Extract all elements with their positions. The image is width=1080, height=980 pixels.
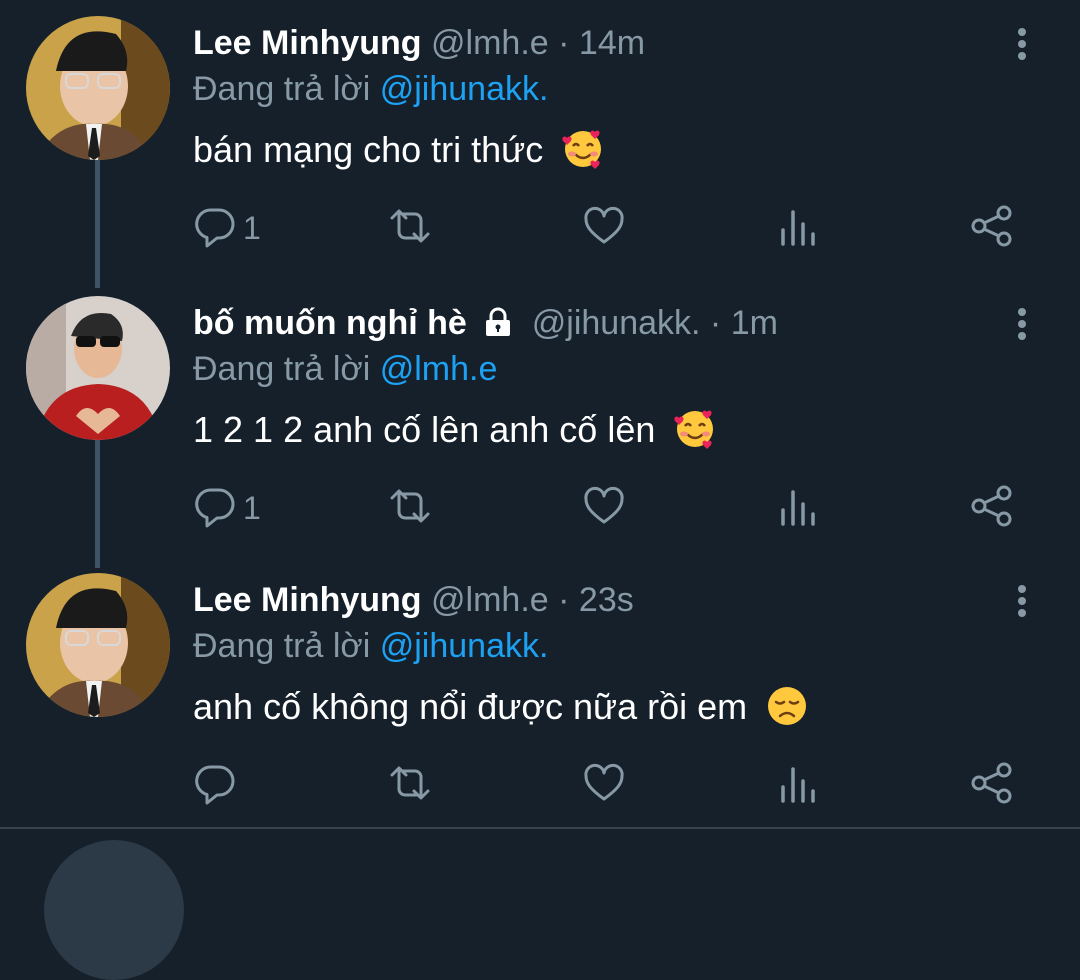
mention-link[interactable]: @lmh.e: [380, 350, 498, 388]
replying-to-label: Đang trả lời: [193, 70, 371, 108]
action-bar: 1: [0, 480, 1080, 536]
replying-to: Đang trả lời @lmh.e: [193, 348, 497, 390]
action-bar: [0, 757, 1080, 813]
heart-icon: [582, 761, 626, 810]
reply-icon: [193, 761, 237, 810]
tweet-text: 1 2 1 2 anh cố lên anh cố lên: [193, 406, 717, 461]
tweet-text: anh cố không nổi được nữa rồi em: [193, 683, 809, 738]
timestamp[interactable]: 14m: [579, 24, 645, 62]
tweet-text-body: bán mạng cho tri thức: [193, 129, 544, 170]
share-button[interactable]: [970, 761, 1014, 810]
mention-link[interactable]: @jihunakk.: [380, 627, 549, 665]
tweet-text: bán mạng cho tri thức: [193, 126, 605, 181]
reply-button[interactable]: [193, 763, 243, 807]
tweet-header: bố muốn nghỉ hè @jihunakk. · 1m: [193, 302, 778, 348]
author-name[interactable]: Lee Minhyung: [193, 581, 422, 619]
avatar[interactable]: [26, 16, 170, 160]
action-bar: 1: [0, 200, 1080, 256]
share-button[interactable]: [970, 204, 1014, 253]
lock-icon: [482, 306, 514, 348]
author-handle[interactable]: @lmh.e: [431, 24, 549, 62]
analytics-button[interactable]: [777, 206, 817, 250]
author-handle[interactable]: @jihunakk.: [532, 304, 701, 342]
mention-link[interactable]: @jihunakk.: [380, 70, 549, 108]
retweet-button[interactable]: [386, 486, 434, 530]
share-icon: [970, 484, 1014, 533]
author-name[interactable]: Lee Minhyung: [193, 24, 422, 62]
author-handle[interactable]: @lmh.e: [431, 581, 549, 619]
avatar[interactable]: [44, 840, 184, 980]
share-icon: [970, 204, 1014, 253]
reply-button[interactable]: 1: [193, 486, 261, 530]
heart-icon: [582, 484, 626, 533]
retweet-icon: [386, 204, 434, 253]
more-vertical-icon[interactable]: [1008, 304, 1036, 344]
retweet-button[interactable]: [386, 206, 434, 250]
tweet[interactable]: Lee Minhyung @lmh.e · 14m Đang trả lời @…: [0, 0, 1080, 280]
more-vertical-icon[interactable]: [1008, 24, 1036, 64]
more-vertical-icon[interactable]: [1008, 581, 1036, 621]
analytics-button[interactable]: [777, 486, 817, 530]
share-button[interactable]: [970, 484, 1014, 533]
retweet-icon: [386, 484, 434, 533]
reply-icon: [193, 484, 237, 533]
tweet[interactable]: bố muốn nghỉ hè @jihunakk. · 1m Đang trả…: [0, 280, 1080, 560]
analytics-icon: [777, 204, 817, 253]
replying-to-label: Đang trả lời: [193, 350, 371, 388]
separator-dot: ·: [558, 581, 570, 619]
replying-to: Đang trả lời @jihunakk.: [193, 625, 548, 667]
timestamp[interactable]: 1m: [731, 304, 778, 342]
heart-icon: [582, 204, 626, 253]
analytics-button[interactable]: [777, 763, 817, 807]
separator-dot: ·: [558, 24, 570, 62]
reply-icon: [193, 204, 237, 253]
share-icon: [970, 761, 1014, 810]
timestamp[interactable]: 23s: [579, 581, 634, 619]
like-button[interactable]: [582, 486, 626, 530]
separator-dot: ·: [709, 304, 722, 342]
avatar[interactable]: [26, 573, 170, 717]
like-button[interactable]: [582, 763, 626, 807]
tweet-text-body: 1 2 1 2 anh cố lên anh cố lên: [193, 409, 656, 450]
tweet-header: Lee Minhyung @lmh.e · 14m: [193, 22, 645, 64]
reply-count: 1: [243, 209, 261, 246]
reply-button[interactable]: 1: [193, 206, 261, 250]
smiling-face-with-hearts-icon: [561, 126, 605, 181]
divider: [0, 827, 1080, 829]
tweet-header: Lee Minhyung @lmh.e · 23s: [193, 579, 634, 621]
reply-count: 1: [243, 489, 261, 526]
retweet-icon: [386, 761, 434, 810]
smiling-face-with-hearts-icon: [673, 406, 717, 461]
author-name[interactable]: bố muốn nghỉ hè: [193, 304, 467, 342]
replying-to: Đang trả lời @jihunakk.: [193, 68, 548, 110]
like-button[interactable]: [582, 206, 626, 250]
disappointed-face-icon: [765, 683, 809, 738]
tweet-text-body: anh cố không nổi được nữa rồi em: [193, 686, 748, 727]
replying-to-label: Đang trả lời: [193, 627, 371, 665]
avatar[interactable]: [26, 296, 170, 440]
retweet-button[interactable]: [386, 763, 434, 807]
tweet[interactable]: Lee Minhyung @lmh.e · 23s Đang trả lời @…: [0, 557, 1080, 827]
analytics-icon: [777, 761, 817, 810]
analytics-icon: [777, 484, 817, 533]
